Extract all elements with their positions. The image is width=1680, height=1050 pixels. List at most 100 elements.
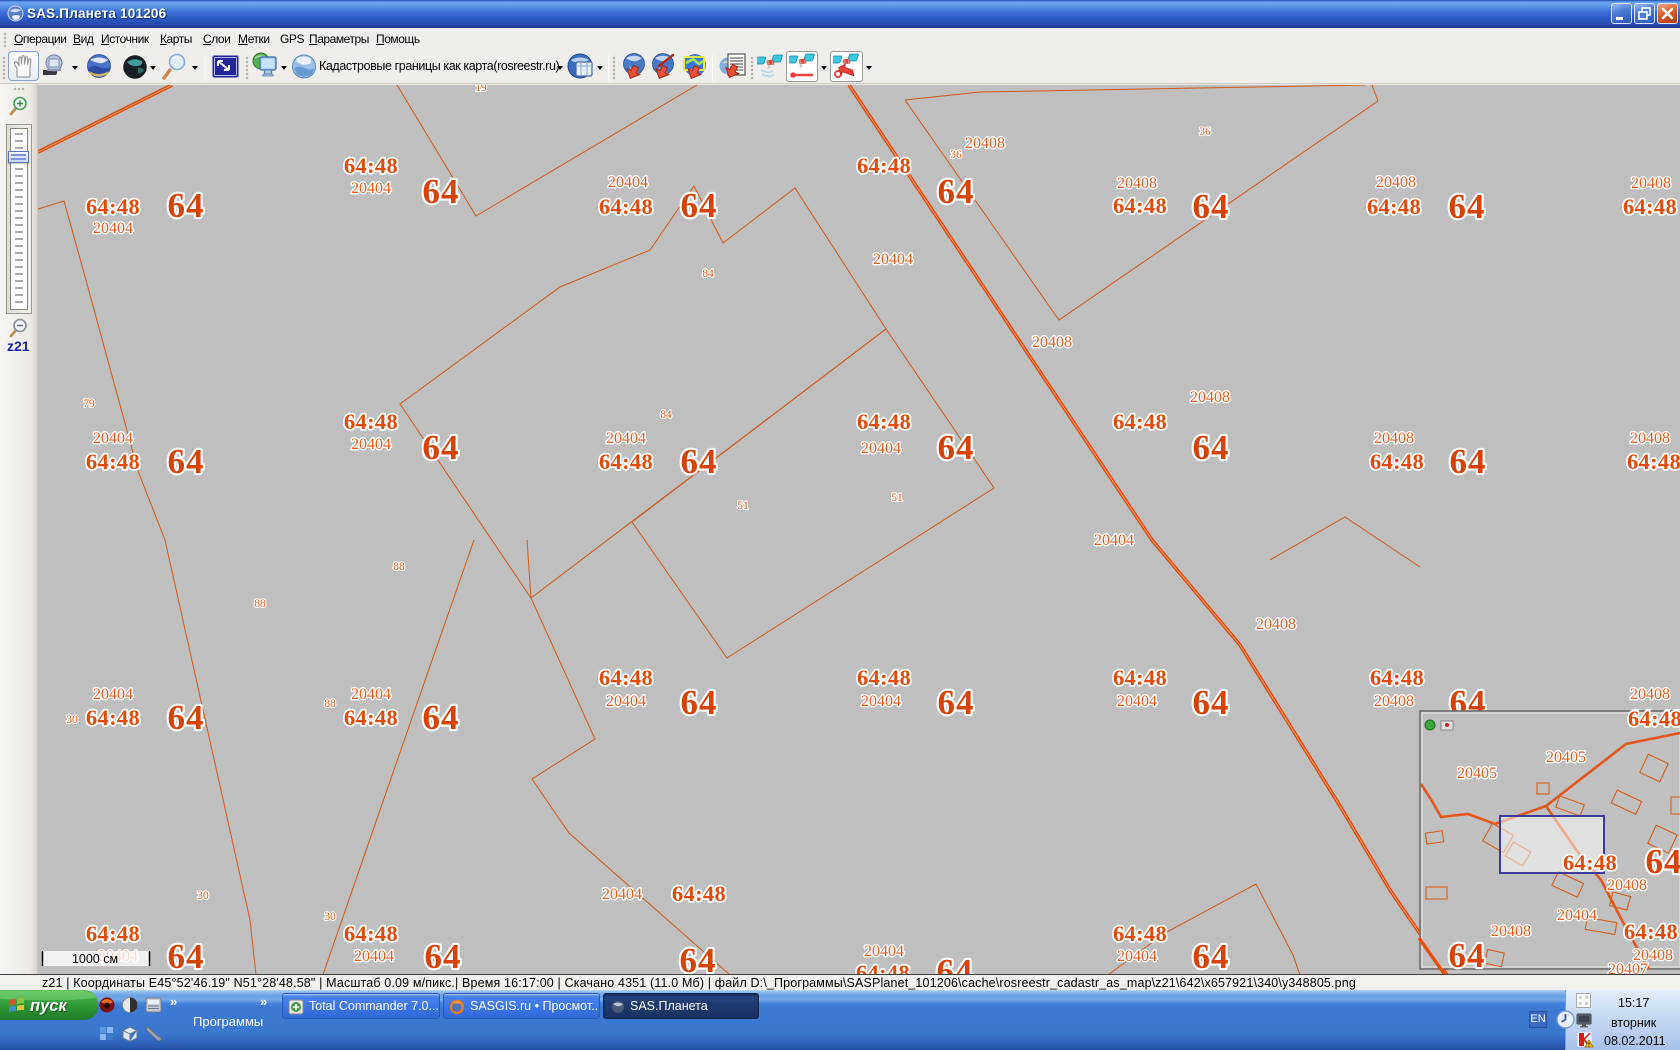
svg-text:64: 64 bbox=[423, 428, 460, 467]
svg-text:20405: 20405 bbox=[1546, 749, 1586, 766]
svg-text:20404: 20404 bbox=[93, 430, 133, 447]
svg-text:20408: 20408 bbox=[1117, 175, 1157, 192]
svg-text:64:48: 64:48 bbox=[1370, 449, 1424, 474]
svg-text:64: 64 bbox=[168, 698, 205, 737]
svg-text:64:48: 64:48 bbox=[86, 705, 140, 730]
svg-text:64: 64 bbox=[681, 683, 718, 722]
svg-text:20408: 20408 bbox=[1630, 686, 1670, 703]
svg-text:64: 64 bbox=[681, 186, 718, 225]
svg-text:64: 64 bbox=[938, 172, 975, 211]
svg-text:20404: 20404 bbox=[861, 693, 901, 710]
svg-text:20404: 20404 bbox=[351, 686, 391, 703]
svg-text:64:48: 64:48 bbox=[599, 665, 653, 690]
svg-text:30: 30 bbox=[324, 911, 336, 923]
svg-text:64:48: 64:48 bbox=[1113, 665, 1167, 690]
svg-text:64: 64 bbox=[1449, 187, 1486, 226]
svg-text:64:48: 64:48 bbox=[1624, 919, 1678, 944]
svg-text:20404: 20404 bbox=[351, 436, 391, 453]
svg-text:64:48: 64:48 bbox=[344, 921, 398, 946]
svg-text:30: 30 bbox=[66, 714, 78, 726]
svg-text:64: 64 bbox=[1193, 937, 1230, 974]
svg-text:64: 64 bbox=[938, 428, 975, 467]
svg-text:64:48: 64:48 bbox=[857, 153, 911, 178]
svg-text:36: 36 bbox=[1199, 126, 1211, 138]
svg-text:36: 36 bbox=[950, 149, 962, 161]
svg-text:64: 64 bbox=[938, 683, 975, 722]
svg-text:20404: 20404 bbox=[602, 886, 642, 903]
svg-text:64:48: 64:48 bbox=[856, 960, 910, 974]
svg-text:64:48: 64:48 bbox=[1627, 449, 1680, 474]
svg-text:20408: 20408 bbox=[1491, 923, 1531, 940]
svg-text:20408: 20408 bbox=[1032, 334, 1072, 351]
svg-text:64: 64 bbox=[681, 442, 718, 481]
svg-text:64: 64 bbox=[423, 172, 460, 211]
svg-text:20404: 20404 bbox=[608, 174, 648, 191]
svg-text:64:48: 64:48 bbox=[1113, 921, 1167, 946]
svg-text:20408: 20408 bbox=[1631, 175, 1671, 192]
svg-text:64:48: 64:48 bbox=[857, 665, 911, 690]
svg-text:64:48: 64:48 bbox=[1370, 665, 1424, 690]
svg-text:20404: 20404 bbox=[93, 686, 133, 703]
svg-text:19: 19 bbox=[475, 85, 487, 94]
svg-text:88: 88 bbox=[393, 561, 405, 573]
svg-text:64:48: 64:48 bbox=[672, 881, 726, 906]
svg-text:64: 64 bbox=[1193, 428, 1230, 467]
svg-text:64: 64 bbox=[1646, 842, 1680, 881]
svg-text:84: 84 bbox=[702, 268, 714, 280]
svg-text:64: 64 bbox=[1449, 936, 1486, 974]
svg-text:20404: 20404 bbox=[354, 948, 394, 965]
svg-text:20405: 20405 bbox=[1457, 765, 1497, 782]
svg-text:64: 64 bbox=[423, 698, 460, 737]
svg-text:20407: 20407 bbox=[1608, 961, 1648, 974]
svg-text:64:48: 64:48 bbox=[1113, 409, 1167, 434]
svg-text:64: 64 bbox=[168, 937, 205, 974]
svg-text:88: 88 bbox=[254, 598, 266, 610]
svg-text:64:48: 64:48 bbox=[344, 409, 398, 434]
svg-text:88: 88 bbox=[324, 698, 336, 710]
svg-text:64:48: 64:48 bbox=[86, 194, 140, 219]
svg-text:64:48: 64:48 bbox=[1628, 706, 1680, 731]
svg-text:20408: 20408 bbox=[1374, 430, 1414, 447]
svg-text:20404: 20404 bbox=[1094, 532, 1134, 549]
svg-text:64:48: 64:48 bbox=[1563, 850, 1617, 875]
svg-text:64: 64 bbox=[680, 941, 717, 974]
svg-text:пуск: пуск bbox=[30, 997, 68, 1015]
svg-text:20404: 20404 bbox=[351, 180, 391, 197]
svg-text:51: 51 bbox=[891, 492, 903, 504]
svg-text:20404: 20404 bbox=[93, 220, 133, 237]
svg-text:64:48: 64:48 bbox=[86, 449, 140, 474]
svg-text:51: 51 bbox=[737, 500, 749, 512]
svg-text:64: 64 bbox=[1193, 187, 1230, 226]
svg-text:20408: 20408 bbox=[1374, 693, 1414, 710]
svg-text:64:48: 64:48 bbox=[599, 194, 653, 219]
svg-text:20404: 20404 bbox=[1557, 907, 1597, 924]
svg-text:20408: 20408 bbox=[1376, 174, 1416, 191]
svg-text:84: 84 bbox=[660, 409, 672, 421]
svg-text:64: 64 bbox=[1193, 683, 1230, 722]
svg-text:20408: 20408 bbox=[1607, 877, 1647, 894]
svg-text:20408: 20408 bbox=[965, 135, 1005, 152]
svg-text:64: 64 bbox=[425, 937, 462, 974]
svg-text:20404: 20404 bbox=[1117, 693, 1157, 710]
svg-text:64:48: 64:48 bbox=[857, 409, 911, 434]
svg-text:64:48: 64:48 bbox=[344, 705, 398, 730]
svg-text:1000 см: 1000 см bbox=[72, 952, 118, 966]
svg-text:20408: 20408 bbox=[1630, 430, 1670, 447]
svg-text:64: 64 bbox=[1450, 442, 1487, 481]
svg-text:20404: 20404 bbox=[864, 943, 904, 960]
svg-text:20404: 20404 bbox=[861, 440, 901, 457]
svg-text:64:48: 64:48 bbox=[86, 921, 140, 946]
svg-text:20404: 20404 bbox=[1117, 948, 1157, 965]
svg-text:64:48: 64:48 bbox=[1623, 194, 1677, 219]
svg-text:20408: 20408 bbox=[1190, 389, 1230, 406]
svg-text:64:48: 64:48 bbox=[344, 153, 398, 178]
svg-text:64: 64 bbox=[937, 952, 974, 974]
svg-text:64:48: 64:48 bbox=[1367, 194, 1421, 219]
svg-text:20404: 20404 bbox=[606, 430, 646, 447]
svg-text:30: 30 bbox=[197, 890, 209, 902]
svg-text:64:48: 64:48 bbox=[599, 449, 653, 474]
svg-text:20408: 20408 bbox=[1256, 616, 1296, 633]
svg-text:64: 64 bbox=[168, 442, 205, 481]
svg-text:20404: 20404 bbox=[873, 251, 913, 268]
svg-text:20404: 20404 bbox=[606, 693, 646, 710]
